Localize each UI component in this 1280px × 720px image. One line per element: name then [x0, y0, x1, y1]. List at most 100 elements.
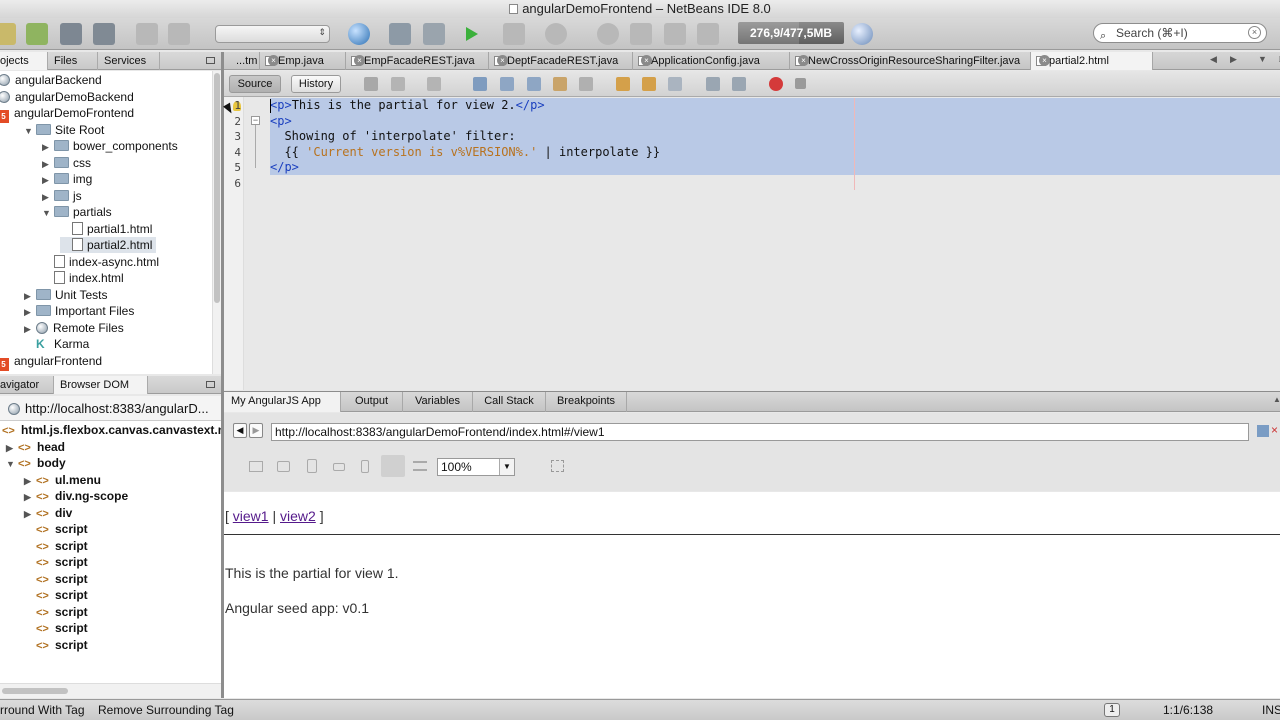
projects-scrollbar[interactable] — [212, 71, 221, 374]
find-icon[interactable] — [473, 77, 487, 91]
tab-services[interactable]: Services — [98, 52, 160, 70]
zoom-select[interactable]: 100% ▼ — [437, 458, 515, 476]
remove-surrounding-tag-hint[interactable]: Remove Surrounding Tag — [98, 700, 234, 720]
tree-item-angulardemobackend[interactable]: angularDemoBackend — [0, 89, 134, 105]
close-icon[interactable]: × — [798, 55, 809, 66]
ruler-icon[interactable] — [413, 461, 427, 471]
tree-item-karma[interactable]: K Karma — [24, 336, 89, 352]
tree-item-angulardemofrontend[interactable]: 5 angularDemoFrontend — [0, 105, 134, 123]
open-project-icon[interactable] — [60, 23, 82, 45]
tree-item-index-html[interactable]: index.html — [42, 270, 124, 286]
view1-link[interactable]: view1 — [233, 508, 269, 524]
tree-item-js[interactable]: ▶ js — [42, 188, 82, 204]
tablet-landscape-icon[interactable] — [277, 461, 290, 472]
tree-item-partial1-html[interactable]: partial1.html — [60, 221, 152, 237]
tree-item-remote-files[interactable]: ▶ Remote Files — [24, 320, 124, 336]
dom-scroll-thumb[interactable] — [2, 688, 68, 694]
new-file-icon[interactable] — [0, 23, 16, 45]
tree-item-unit-tests[interactable]: ▶ Unit Tests — [24, 287, 107, 303]
collapsed-arrow-icon[interactable]: ▶ — [24, 473, 36, 489]
configuration-select[interactable]: ⇕ — [215, 25, 330, 43]
editor-tab-newcrossoriginresourcesharingfilter-java[interactable]: × NewCrossOriginResourceSharingFilter.jav… — [790, 52, 1031, 70]
dom-node-div-ng-scope[interactable]: ▶ <> div.ng-scope — [24, 488, 128, 504]
dom-node-script[interactable]: <> script — [24, 571, 88, 587]
editor-tab-emp-java[interactable]: × Emp.java — [260, 52, 346, 70]
globe-icon[interactable] — [348, 23, 370, 45]
scroll-tabs-icon[interactable]: ▲ — [1273, 395, 1280, 407]
dom-node-script[interactable]: <> script — [24, 554, 88, 570]
close-icon[interactable]: × — [268, 55, 279, 66]
tab-browser-dom[interactable]: Browser DOM× — [54, 376, 148, 409]
gc-icon[interactable] — [851, 23, 873, 45]
tree-item-site-root[interactable]: ▼ Site Root — [24, 122, 104, 138]
collapsed-arrow-icon[interactable]: ▶ — [6, 440, 18, 456]
tablet-portrait-icon[interactable] — [307, 459, 317, 473]
tree-item-bower-components[interactable]: ▶ bower_components — [42, 138, 178, 154]
toggle-rect-selection-icon[interactable] — [579, 77, 593, 91]
phone-landscape-icon[interactable] — [333, 463, 345, 471]
redo-icon[interactable] — [168, 23, 190, 45]
output-tab-my-angularjs-app[interactable]: My AngularJS App× — [224, 392, 341, 426]
build-icon[interactable] — [389, 23, 411, 45]
refresh-icon[interactable] — [1257, 425, 1269, 437]
collapsed-arrow-icon[interactable]: ▶ — [24, 321, 36, 337]
save-all-icon[interactable] — [93, 23, 115, 45]
tree-item-important-files[interactable]: ▶ Important Files — [24, 303, 134, 319]
collapsed-arrow-icon[interactable]: ▶ — [42, 189, 54, 205]
back-icon[interactable]: ◀ — [233, 423, 247, 438]
dom-node-script[interactable]: <> script — [24, 521, 88, 537]
toggle-bookmark-icon[interactable] — [668, 77, 682, 91]
phone-portrait-icon[interactable] — [361, 460, 369, 473]
output-tab-breakpoints[interactable]: Breakpoints — [546, 392, 627, 412]
toggle-highlight-icon[interactable] — [553, 77, 567, 91]
tree-item-img[interactable]: ▶ img — [42, 171, 92, 187]
close-icon[interactable]: × — [1039, 55, 1050, 66]
next-bookmark-icon[interactable] — [642, 77, 656, 91]
dom-node-script[interactable]: <> script — [24, 637, 88, 653]
dom-node-script[interactable]: <> script — [24, 587, 88, 603]
desktop-size-icon[interactable] — [249, 461, 263, 472]
output-tab-call-stack[interactable]: Call Stack — [473, 392, 546, 412]
collapsed-arrow-icon[interactable]: ▶ — [24, 288, 36, 304]
dom-node-head[interactable]: ▶ <> head — [6, 439, 65, 455]
scroll-left-icon[interactable]: ◀ — [1210, 54, 1217, 65]
collapsed-arrow-icon[interactable]: ▶ — [24, 506, 36, 522]
collapsed-arrow-icon[interactable]: ▶ — [42, 156, 54, 172]
dom-node-script[interactable]: <> script — [24, 620, 88, 636]
view2-link[interactable]: view2 — [280, 508, 316, 524]
prev-bookmark-icon[interactable] — [616, 77, 630, 91]
url-input[interactable]: http://localhost:8383/angularDemoFronten… — [271, 423, 1249, 441]
pause-icon[interactable] — [597, 23, 619, 45]
output-tab-output[interactable]: Output — [341, 392, 403, 412]
start-macro-icon[interactable] — [769, 77, 783, 91]
editor-tab-tm[interactable]: ...tm — [234, 52, 260, 70]
memory-gauge[interactable]: 276,9/477,5MB — [738, 22, 844, 44]
stop-macro-icon[interactable] — [795, 78, 806, 89]
minimize-icon[interactable] — [206, 381, 215, 388]
dom-node-body[interactable]: ▼ <> body — [6, 455, 66, 471]
shift-right-icon[interactable] — [732, 77, 746, 91]
surround-with-tag-hint[interactable]: rround With Tag — [0, 700, 85, 720]
close-icon[interactable]: × — [641, 55, 652, 66]
tree-item-css[interactable]: ▶ css — [42, 155, 91, 171]
editor-tab-applicationconfig-java[interactable]: × ApplicationConfig.java — [633, 52, 790, 70]
stop-icon[interactable]: × — [1271, 423, 1280, 437]
expanded-arrow-icon[interactable]: ▼ — [6, 456, 18, 472]
grid-icon[interactable] — [381, 455, 405, 477]
tree-item-partials[interactable]: ▼ partials — [42, 204, 112, 220]
code-area[interactable]: 1 <p>This is the partial for view 2.</p> 2… — [224, 98, 1280, 190]
expanded-arrow-icon[interactable]: ▼ — [24, 123, 36, 139]
forward-icon[interactable] — [427, 77, 441, 91]
new-project-icon[interactable] — [26, 23, 48, 45]
expanded-arrow-icon[interactable]: ▼ — [42, 205, 54, 221]
minimize-icon[interactable] — [206, 57, 215, 64]
run-icon[interactable] — [460, 23, 482, 45]
notifications-icon[interactable]: 1 — [1104, 703, 1120, 717]
tree-item-partial2-html[interactable]: partial2.html — [60, 237, 157, 253]
collapsed-arrow-icon[interactable]: ▶ — [24, 489, 36, 505]
clear-search-icon[interactable]: × — [1248, 26, 1261, 39]
dom-node-script[interactable]: <> script — [24, 538, 88, 554]
back-icon[interactable] — [391, 77, 405, 91]
step-into-icon[interactable] — [664, 23, 686, 45]
tree-item-angularbackend[interactable]: angularBackend — [0, 72, 102, 88]
